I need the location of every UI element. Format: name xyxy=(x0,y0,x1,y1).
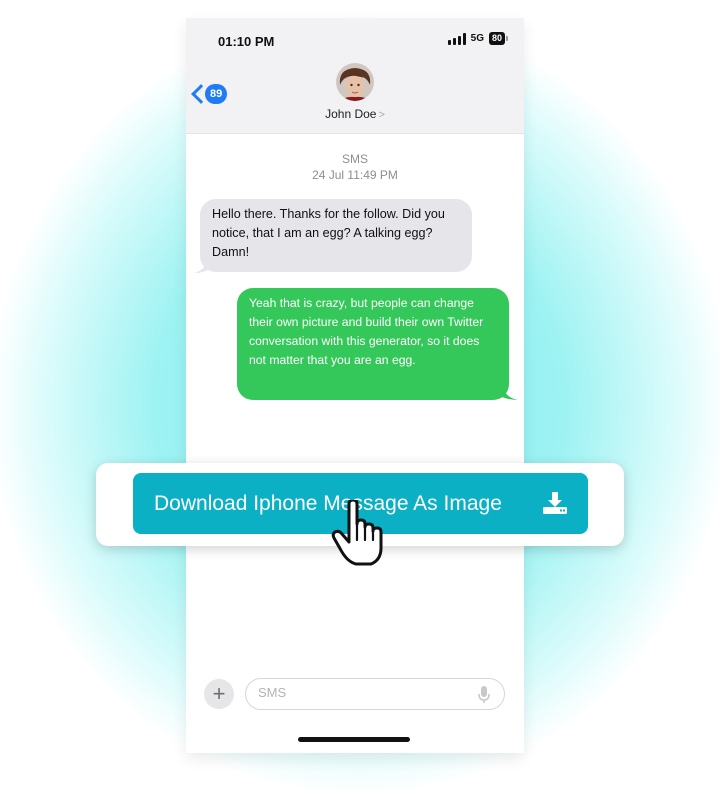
outgoing-message: Yeah that is crazy, but people can chang… xyxy=(237,288,509,400)
pointer-hand-icon xyxy=(331,500,383,566)
add-attachment-button[interactable]: + xyxy=(204,679,234,709)
conversation-header: 01:10 PM 5G 80 89 John Doe > xyxy=(186,18,524,134)
network-type: 5G xyxy=(470,33,484,44)
download-button-label: Download Iphone Message As Image xyxy=(154,492,502,515)
message-input[interactable] xyxy=(256,684,460,701)
chevron-right-icon: > xyxy=(378,109,385,121)
home-indicator xyxy=(298,737,410,742)
contact-name-row[interactable]: John Doe > xyxy=(186,107,524,121)
back-button[interactable]: 89 xyxy=(191,84,228,104)
composer: + xyxy=(204,678,506,712)
message-field[interactable] xyxy=(245,678,505,710)
contact-name: John Doe xyxy=(325,107,377,121)
microphone-icon[interactable] xyxy=(478,686,490,704)
phone-screen: 01:10 PM 5G 80 89 John Doe > SMS 24 Jul … xyxy=(186,18,524,753)
incoming-bubble-tail xyxy=(194,258,214,273)
incoming-message: Hello there. Thanks for the follow. Did … xyxy=(200,199,472,272)
avatar[interactable] xyxy=(336,63,374,101)
status-icons: 5G 80 xyxy=(447,32,508,45)
signal-icon xyxy=(447,32,466,45)
message-timestamp: 24 Jul 11:49 PM xyxy=(312,168,398,182)
plus-icon: + xyxy=(212,681,226,706)
download-tray-icon xyxy=(543,492,567,514)
service-label: SMS xyxy=(341,152,368,166)
status-time: 01:10 PM xyxy=(218,34,275,49)
battery-level: 80 xyxy=(488,32,505,45)
battery-icon: 80 xyxy=(488,32,508,45)
outgoing-bubble-tail xyxy=(496,385,518,400)
